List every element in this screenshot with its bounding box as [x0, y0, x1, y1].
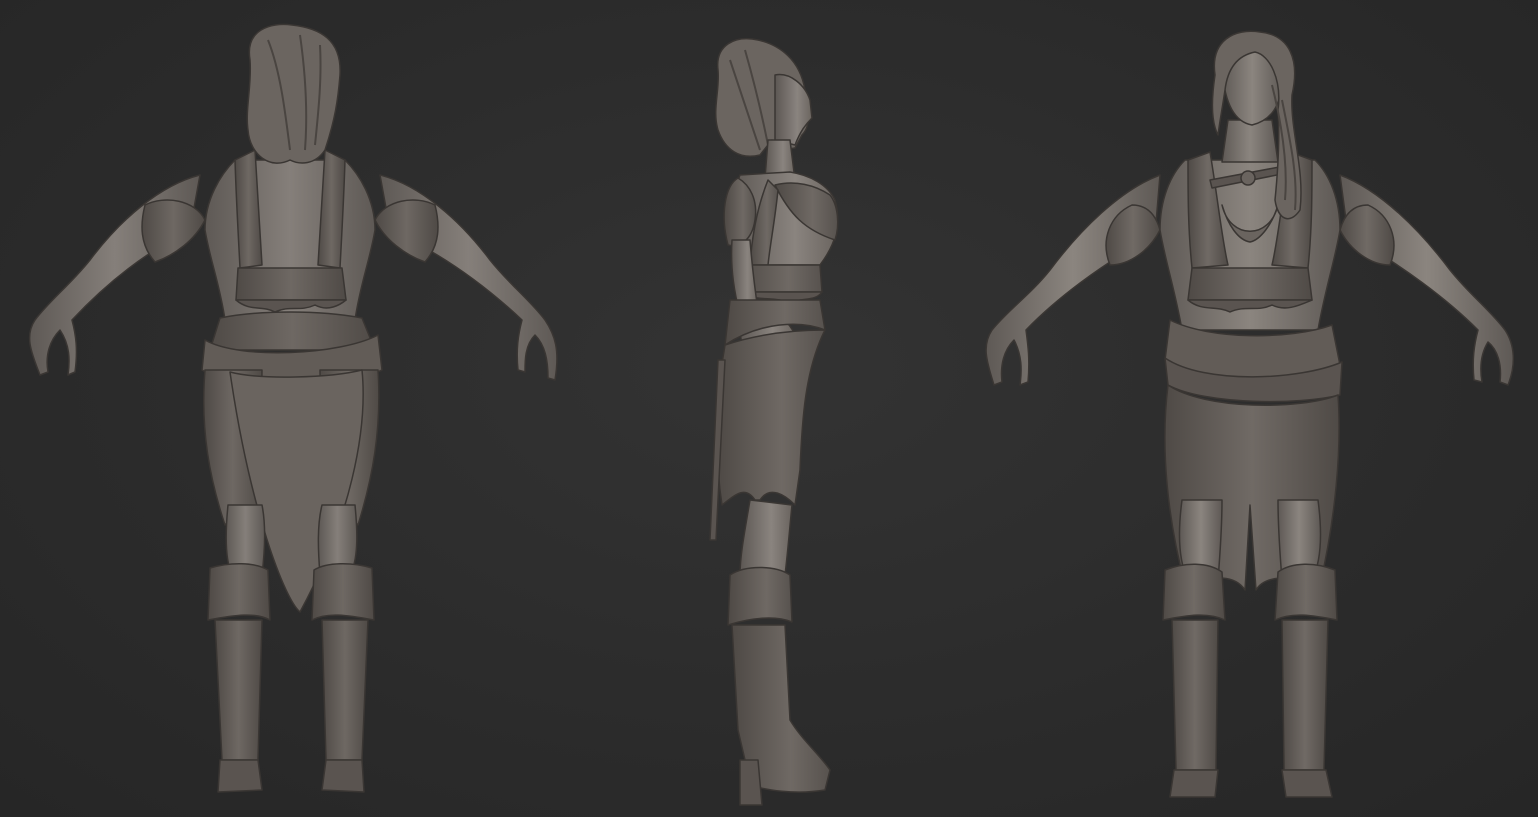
- back-view-figure: [0, 0, 590, 817]
- figure-side-view-icon: [709, 38, 839, 806]
- sculpt-viewport: [0, 0, 1538, 817]
- figure-front-view-icon: [985, 30, 1514, 798]
- side-view-figure: [590, 0, 990, 817]
- front-view-figure: [960, 0, 1538, 817]
- figure-back-view-icon: [28, 23, 558, 793]
